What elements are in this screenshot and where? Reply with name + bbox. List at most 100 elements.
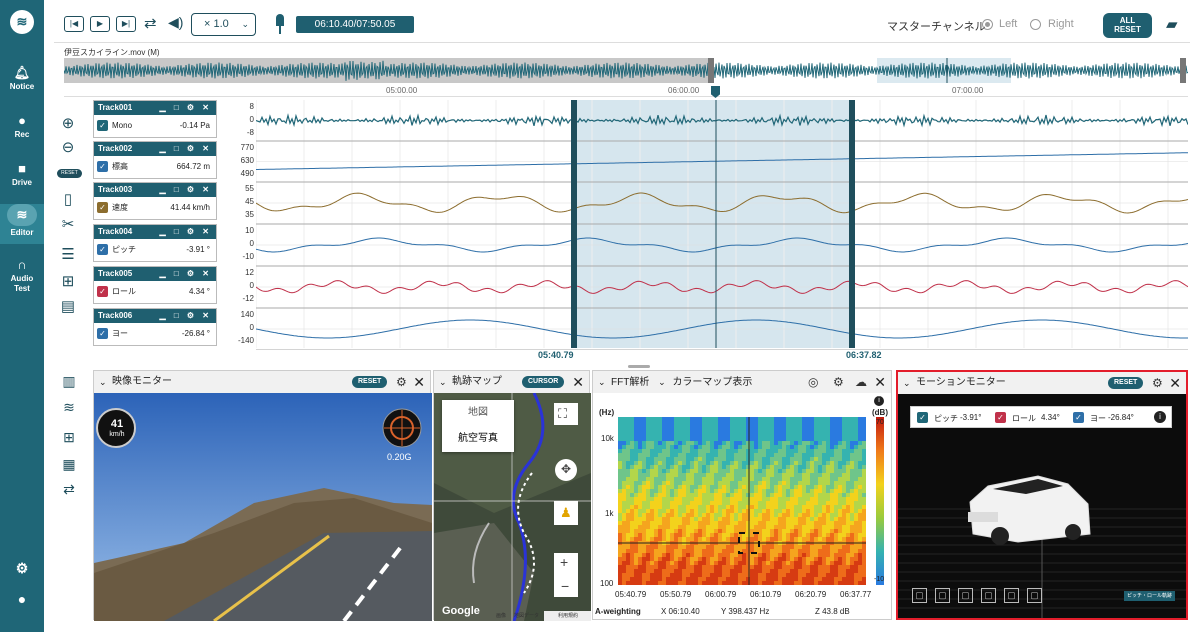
chevron-down-icon[interactable]: ⌄ xyxy=(598,371,606,393)
track-header[interactable]: Track003 ▁ □ ⚙ ✕ ✓ 速度 41.44 km/h xyxy=(93,182,217,220)
skip-start-button[interactable]: |◀ xyxy=(64,16,84,32)
track-controls[interactable]: ▁ □ ⚙ ✕ xyxy=(159,309,212,323)
zoom-reset-button[interactable]: RESET xyxy=(57,169,82,178)
track-controls[interactable]: ▁ □ ⚙ ✕ xyxy=(159,267,212,281)
play-button[interactable]: ▶ xyxy=(90,16,110,32)
loop-icon[interactable]: ⇄ xyxy=(144,14,157,32)
add-panel-icon[interactable]: ⊞ xyxy=(58,428,80,446)
map-footer-terms[interactable]: 利用規約 xyxy=(558,612,578,619)
spectrogram-cell xyxy=(654,449,659,454)
yaw-checkbox[interactable]: ✓ xyxy=(1073,412,1084,423)
pan-control-icon[interactable]: ✥ xyxy=(561,462,571,476)
view-cube-icon[interactable]: ▢ xyxy=(1027,588,1042,603)
nav-item-drive[interactable]: ■ Drive xyxy=(0,162,44,188)
spectrogram-cell xyxy=(810,469,815,474)
info-icon[interactable]: i xyxy=(874,396,884,406)
nav-item-editor[interactable]: ≋ Editor xyxy=(0,204,44,244)
nav-item-notice[interactable]: 🔔︎ Notice xyxy=(0,66,44,92)
pitch-checkbox[interactable]: ✓ xyxy=(917,412,928,423)
track-controls[interactable]: ▁ □ ⚙ ✕ xyxy=(159,183,212,197)
spectrogram-cell xyxy=(738,417,743,422)
track-controls[interactable]: ▁ □ ⚙ ✕ xyxy=(159,142,212,156)
zoom-in-icon[interactable]: ⊕ xyxy=(57,114,79,134)
view-cube-icon[interactable]: ▢ xyxy=(1004,588,1019,603)
table-icon[interactable]: ▤ xyxy=(57,297,79,317)
video-reset-button[interactable]: RESET xyxy=(352,376,388,388)
channel-checkbox[interactable]: ✓ xyxy=(97,244,108,255)
fft-tool-icon[interactable]: ◎ xyxy=(808,371,818,393)
roll-checkbox[interactable]: ✓ xyxy=(995,412,1006,423)
nav-item-rec[interactable]: ● Rec xyxy=(0,114,44,140)
map-type-option-map[interactable]: 地図 xyxy=(442,400,514,426)
view-cube-icon[interactable]: ▢ xyxy=(912,588,927,603)
close-icon[interactable]: ✕ xyxy=(874,371,886,393)
view-cube-icon[interactable]: ▢ xyxy=(981,588,996,603)
fft-mode-select[interactable]: カラーマップ表示 xyxy=(672,377,752,388)
channel-checkbox[interactable]: ✓ xyxy=(97,286,108,297)
marker-icon[interactable] xyxy=(276,14,284,26)
skip-end-button[interactable]: ▶| xyxy=(116,16,136,32)
channel-checkbox[interactable]: ✓ xyxy=(97,328,108,339)
gear-icon[interactable]: ⚙ xyxy=(396,371,407,393)
zoom-out-icon[interactable]: − xyxy=(561,578,569,594)
chevron-down-icon[interactable]: ⌄ xyxy=(439,371,447,393)
gear-icon[interactable]: ⚙ xyxy=(833,371,844,393)
trajectory-badge[interactable]: ピッチ・ロール軌跡 xyxy=(1124,591,1176,601)
channel-checkbox[interactable]: ✓ xyxy=(97,202,108,213)
nav-item-audio-test[interactable]: ∩ Audio Test xyxy=(0,258,44,294)
view-cube-icon[interactable]: ▢ xyxy=(958,588,973,603)
track-controls[interactable]: ▁ □ ⚙ ✕ xyxy=(159,225,212,239)
chevron-down-icon[interactable]: ⌄ xyxy=(99,371,107,393)
map-cursor-button[interactable]: CURSOR xyxy=(522,376,565,388)
add-track-icon[interactable]: ⊞ xyxy=(57,272,79,292)
view-cube-icon[interactable]: ▢ xyxy=(935,588,950,603)
spectrogram-cell xyxy=(742,525,747,530)
track-header[interactable]: Track001 ▁ □ ⚙ ✕ ✓ Mono -0.14 Pa xyxy=(93,100,217,138)
track-controls[interactable]: ▁ □ ⚙ ✕ xyxy=(159,101,212,115)
overview-waveform[interactable] xyxy=(64,58,1188,83)
seq-icon[interactable]: ≋ xyxy=(58,398,80,416)
zoom-in-icon[interactable]: + xyxy=(560,554,568,570)
channel-checkbox[interactable]: ✓ xyxy=(97,161,108,172)
speed-select[interactable]: × 1.0 ⌄ xyxy=(191,13,256,36)
scissors-icon[interactable]: ✂ xyxy=(57,215,79,235)
user-icon[interactable]: ● xyxy=(0,592,44,606)
panel-resize-handle[interactable] xyxy=(628,365,650,368)
motion-3d-view[interactable]: ✓ ピッチ -3.91° ✓ ロール 4.34° ✓ ヨー -26.84° i … xyxy=(898,394,1186,618)
pegman-icon[interactable]: ♟ xyxy=(560,505,572,521)
map-type-option-satellite[interactable]: 航空写真 xyxy=(442,426,514,452)
close-icon[interactable]: ✕ xyxy=(413,371,425,393)
overview-handle-right[interactable] xyxy=(1180,58,1186,83)
left-radio[interactable] xyxy=(982,19,993,30)
info-icon[interactable]: i xyxy=(1154,411,1166,423)
overview-handle-left[interactable] xyxy=(708,58,714,83)
gear-icon[interactable]: ⚙ xyxy=(1152,372,1163,394)
list-icon[interactable]: ☰ xyxy=(57,245,79,265)
all-reset-button[interactable]: ALL RESET xyxy=(1103,13,1152,38)
fft-spectrogram[interactable] xyxy=(618,417,866,585)
fit-selection-icon[interactable]: ▯ xyxy=(57,190,79,210)
volume-icon[interactable]: ◀︎) xyxy=(168,14,183,31)
fullscreen-icon[interactable]: ⛶ xyxy=(558,406,567,422)
right-radio[interactable] xyxy=(1030,19,1041,30)
track-header[interactable]: Track002 ▁ □ ⚙ ✕ ✓ 標高 664.72 m xyxy=(93,141,217,179)
multi-view-icon[interactable]: ▥ xyxy=(58,372,80,390)
motion-reset-button[interactable]: RESET xyxy=(1108,377,1144,389)
open-folder-icon[interactable]: ▰ xyxy=(1166,15,1186,33)
chevron-down-icon[interactable]: ⌄ xyxy=(658,377,666,387)
spectrogram-cell xyxy=(698,437,703,442)
close-icon[interactable]: ✕ xyxy=(572,371,584,393)
zoom-out-icon[interactable]: ⊖ xyxy=(57,138,79,158)
channel-checkbox[interactable]: ✓ xyxy=(97,120,108,131)
settings-icon[interactable]: ⚙ xyxy=(0,561,44,575)
grid-icon[interactable]: ▦ xyxy=(58,455,80,473)
close-icon[interactable]: ✕ xyxy=(1169,372,1181,394)
swap-icon[interactable]: ⇄ xyxy=(58,480,80,498)
track-header[interactable]: Track005 ▁ □ ⚙ ✕ ✓ ロール 4.34 ° xyxy=(93,266,217,304)
track-plot-area[interactable] xyxy=(256,100,1188,350)
chevron-down-icon[interactable]: ⌄ xyxy=(903,372,911,394)
track-header[interactable]: Track004 ▁ □ ⚙ ✕ ✓ ピッチ -3.91 ° xyxy=(93,224,217,262)
spectrogram-cell xyxy=(846,489,851,494)
track-header[interactable]: Track006 ▁ □ ⚙ ✕ ✓ ヨー -26.84 ° xyxy=(93,308,217,346)
cloud-download-icon[interactable]: ☁ xyxy=(855,371,867,393)
